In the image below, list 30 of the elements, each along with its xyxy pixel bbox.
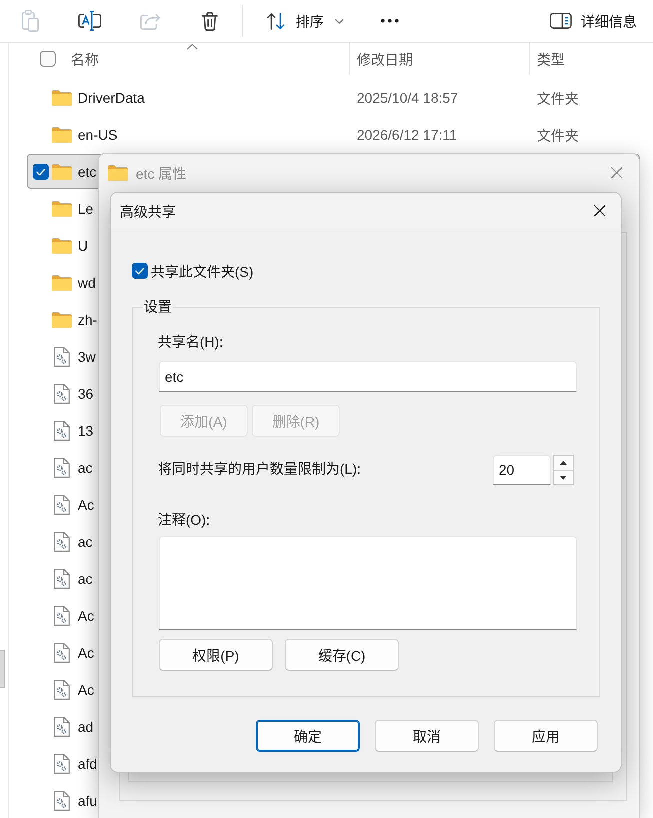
file-name: ac xyxy=(78,534,93,550)
file-name: afd xyxy=(78,756,98,772)
file-name: ad xyxy=(78,718,94,734)
file-name: Ac xyxy=(78,644,94,660)
file-name: ac xyxy=(78,460,93,476)
file-name: wd xyxy=(78,274,96,290)
file-name: afu xyxy=(78,792,98,808)
file-name: zh- xyxy=(78,312,98,328)
file-name: U xyxy=(78,238,88,254)
modified-date: 2025/10/4 18:57 xyxy=(357,90,458,106)
group-label: 设置 xyxy=(143,299,173,315)
file-name: Ac xyxy=(78,608,94,624)
field-label: 共享名(H): xyxy=(158,334,224,350)
dialog-title: 高级共享 xyxy=(120,203,176,221)
file-type: 文件夹 xyxy=(537,90,579,106)
file-name: 3w xyxy=(78,348,96,364)
file-name: DriverData xyxy=(78,90,145,106)
modified-date: 2026/6/12 17:11 xyxy=(357,126,458,142)
dialog-title: etc 属性 xyxy=(136,164,187,182)
file-name: etc xyxy=(78,164,97,180)
file-name: 13 xyxy=(78,422,94,438)
file-name: en-US xyxy=(78,126,118,142)
file-name: Ac xyxy=(78,682,94,698)
file-name: 36 xyxy=(78,386,94,402)
file-name: Ac xyxy=(78,496,94,512)
file-type: 文件夹 xyxy=(537,128,579,144)
field-label: 注释(O): xyxy=(158,512,210,528)
file-name: ac xyxy=(78,570,93,586)
field-label: 将同时共享的用户数量限制为(L): xyxy=(158,460,361,478)
file-name: Le xyxy=(78,200,94,216)
